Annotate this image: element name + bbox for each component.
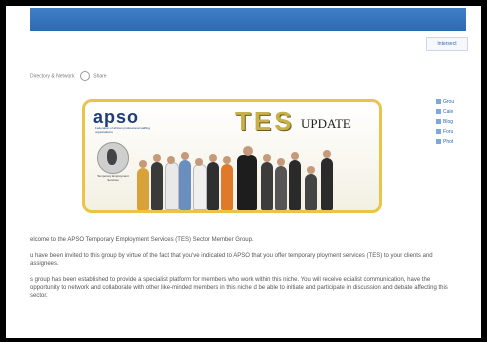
blog-icon xyxy=(436,119,441,125)
forum-icon xyxy=(436,129,441,135)
sidebar-item-blog[interactable]: Blog xyxy=(436,117,454,127)
purpose-paragraph: s group has been established to provide … xyxy=(30,277,448,299)
emblem-caption: Temporary Employment Services xyxy=(97,174,129,182)
workers-group-image xyxy=(137,140,377,210)
breadcrumb: Directory & Network Share xyxy=(30,71,107,81)
banner-title-update: UPDATE xyxy=(301,116,351,131)
calendar-icon xyxy=(436,109,441,115)
sidebar-item-group[interactable]: Grou xyxy=(436,97,454,107)
sidebar-item-label: Cale xyxy=(443,109,454,115)
sidebar-item-label: Blog xyxy=(443,119,454,125)
apso-logo: apso xyxy=(93,107,140,127)
sidebar-item-label: Phot xyxy=(443,139,454,145)
group-description: elcome to the APSO Temporary Employment … xyxy=(30,236,450,308)
sidebar-item-forum[interactable]: Foru xyxy=(436,127,454,137)
sidebar-item-label: Grou xyxy=(443,99,455,105)
sidebar-item-photo[interactable]: Phot xyxy=(436,137,454,147)
apso-logo-subtitle: Federation of african professional staff… xyxy=(95,126,150,134)
africa-emblem-icon xyxy=(97,142,129,174)
banner-title-tes: TES xyxy=(235,106,295,136)
photo-icon xyxy=(436,139,441,145)
invitation-paragraph: u have been invited to this group by vir… xyxy=(30,253,433,267)
top-right-tab[interactable]: Intersect xyxy=(426,37,468,51)
sidebar-item-calendar[interactable]: Cale xyxy=(436,107,454,117)
breadcrumb-label[interactable]: Directory & Network xyxy=(30,73,74,79)
sidebar-item-label: Foru xyxy=(443,129,454,135)
share-link[interactable]: Share xyxy=(93,73,106,79)
site-header-bar xyxy=(30,8,466,31)
share-icon[interactable] xyxy=(79,71,90,81)
group-icon xyxy=(436,99,441,105)
group-sidebar: Grou Cale Blog Foru Phot xyxy=(436,97,454,147)
welcome-paragraph: elcome to the APSO Temporary Employment … xyxy=(30,237,254,243)
tes-update-banner: apso Federation of african professional … xyxy=(82,99,382,213)
